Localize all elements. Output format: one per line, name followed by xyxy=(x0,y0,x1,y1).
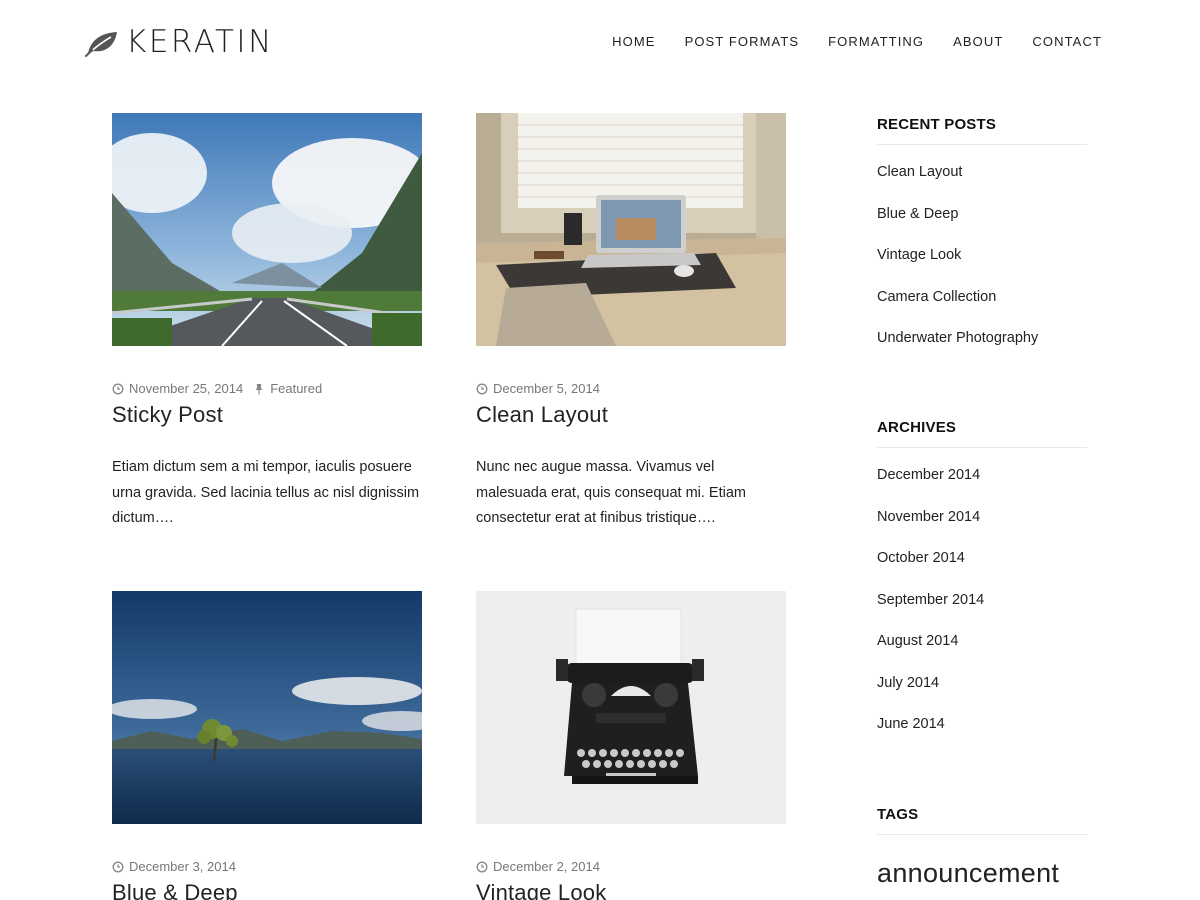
pin-icon xyxy=(255,383,263,394)
featured-label: Featured xyxy=(270,381,323,396)
post-card: November 25, 2014 Featured Sticky Post E… xyxy=(112,113,422,532)
archive-link[interactable]: August 2014 xyxy=(877,633,1087,675)
post-thumbnail-typewriter[interactable] xyxy=(476,591,786,824)
tag-link[interactable]: announcement xyxy=(877,858,1087,889)
post-card: December 3, 2014 Blue & Deep xyxy=(112,591,422,900)
nav-about[interactable]: ABOUT xyxy=(953,34,1003,49)
recent-post-link[interactable]: Clean Layout xyxy=(877,164,1087,206)
post-thumbnail-road[interactable] xyxy=(112,113,422,346)
archive-link[interactable]: September 2014 xyxy=(877,592,1087,634)
archive-link[interactable]: December 2014 xyxy=(877,467,1087,509)
post-thumbnail-lake[interactable] xyxy=(112,591,422,824)
widget-title: TAGS xyxy=(877,806,1087,835)
recent-post-link[interactable]: Blue & Deep xyxy=(877,206,1087,248)
post-meta: November 25, 2014 Featured xyxy=(112,381,422,396)
post-date[interactable]: November 25, 2014 xyxy=(129,381,243,396)
main-nav: HOME POST FORMATS FORMATTING ABOUT CONTA… xyxy=(612,34,1102,49)
post-card: December 2, 2014 Vintage Look xyxy=(476,591,786,900)
archive-link[interactable]: November 2014 xyxy=(877,509,1087,551)
post-title[interactable]: Sticky Post xyxy=(112,402,422,428)
post-meta: December 5, 2014 xyxy=(476,381,786,396)
post-card: December 5, 2014 Clean Layout Nunc nec a… xyxy=(476,113,786,532)
archive-link[interactable]: June 2014 xyxy=(877,716,1087,758)
post-meta: December 3, 2014 xyxy=(112,859,422,874)
post-thumbnail-desk[interactable] xyxy=(476,113,786,346)
nav-formatting[interactable]: FORMATTING xyxy=(828,34,924,49)
post-title[interactable]: Vintage Look xyxy=(476,880,786,900)
clock-icon xyxy=(112,383,124,394)
recent-post-link[interactable]: Camera Collection xyxy=(877,289,1087,331)
post-meta: December 2, 2014 xyxy=(476,859,786,874)
post-date[interactable]: December 5, 2014 xyxy=(493,381,600,396)
archive-link[interactable]: July 2014 xyxy=(877,675,1087,717)
post-title[interactable]: Blue & Deep xyxy=(112,880,422,900)
clock-icon xyxy=(476,383,488,394)
nav-post-formats[interactable]: POST FORMATS xyxy=(685,34,800,49)
tags-widget: TAGS announcement xyxy=(877,806,1087,889)
nav-contact[interactable]: CONTACT xyxy=(1032,34,1102,49)
clock-icon xyxy=(476,861,488,872)
logo-text: KERATIN xyxy=(126,24,274,60)
nav-home[interactable]: HOME xyxy=(612,34,655,49)
post-excerpt: Nunc nec augue massa. Vivamus vel malesu… xyxy=(476,459,746,526)
widget-title: RECENT POSTS xyxy=(877,116,1087,145)
site-logo[interactable]: KERATIN xyxy=(84,24,274,60)
recent-posts-widget: RECENT POSTS Clean Layout Blue & Deep Vi… xyxy=(877,116,1087,372)
post-title[interactable]: Clean Layout xyxy=(476,402,786,428)
archive-link[interactable]: October 2014 xyxy=(877,550,1087,592)
recent-post-link[interactable]: Underwater Photography xyxy=(877,330,1087,372)
post-excerpt: Etiam dictum sem a mi tempor, iaculis po… xyxy=(112,459,420,526)
recent-post-link[interactable]: Vintage Look xyxy=(877,247,1087,289)
leaf-icon xyxy=(85,32,117,57)
archives-widget: ARCHIVES December 2014 November 2014 Oct… xyxy=(877,419,1087,758)
post-date[interactable]: December 2, 2014 xyxy=(493,859,600,874)
clock-icon xyxy=(112,861,124,872)
widget-title: ARCHIVES xyxy=(877,419,1087,448)
post-date[interactable]: December 3, 2014 xyxy=(129,859,236,874)
